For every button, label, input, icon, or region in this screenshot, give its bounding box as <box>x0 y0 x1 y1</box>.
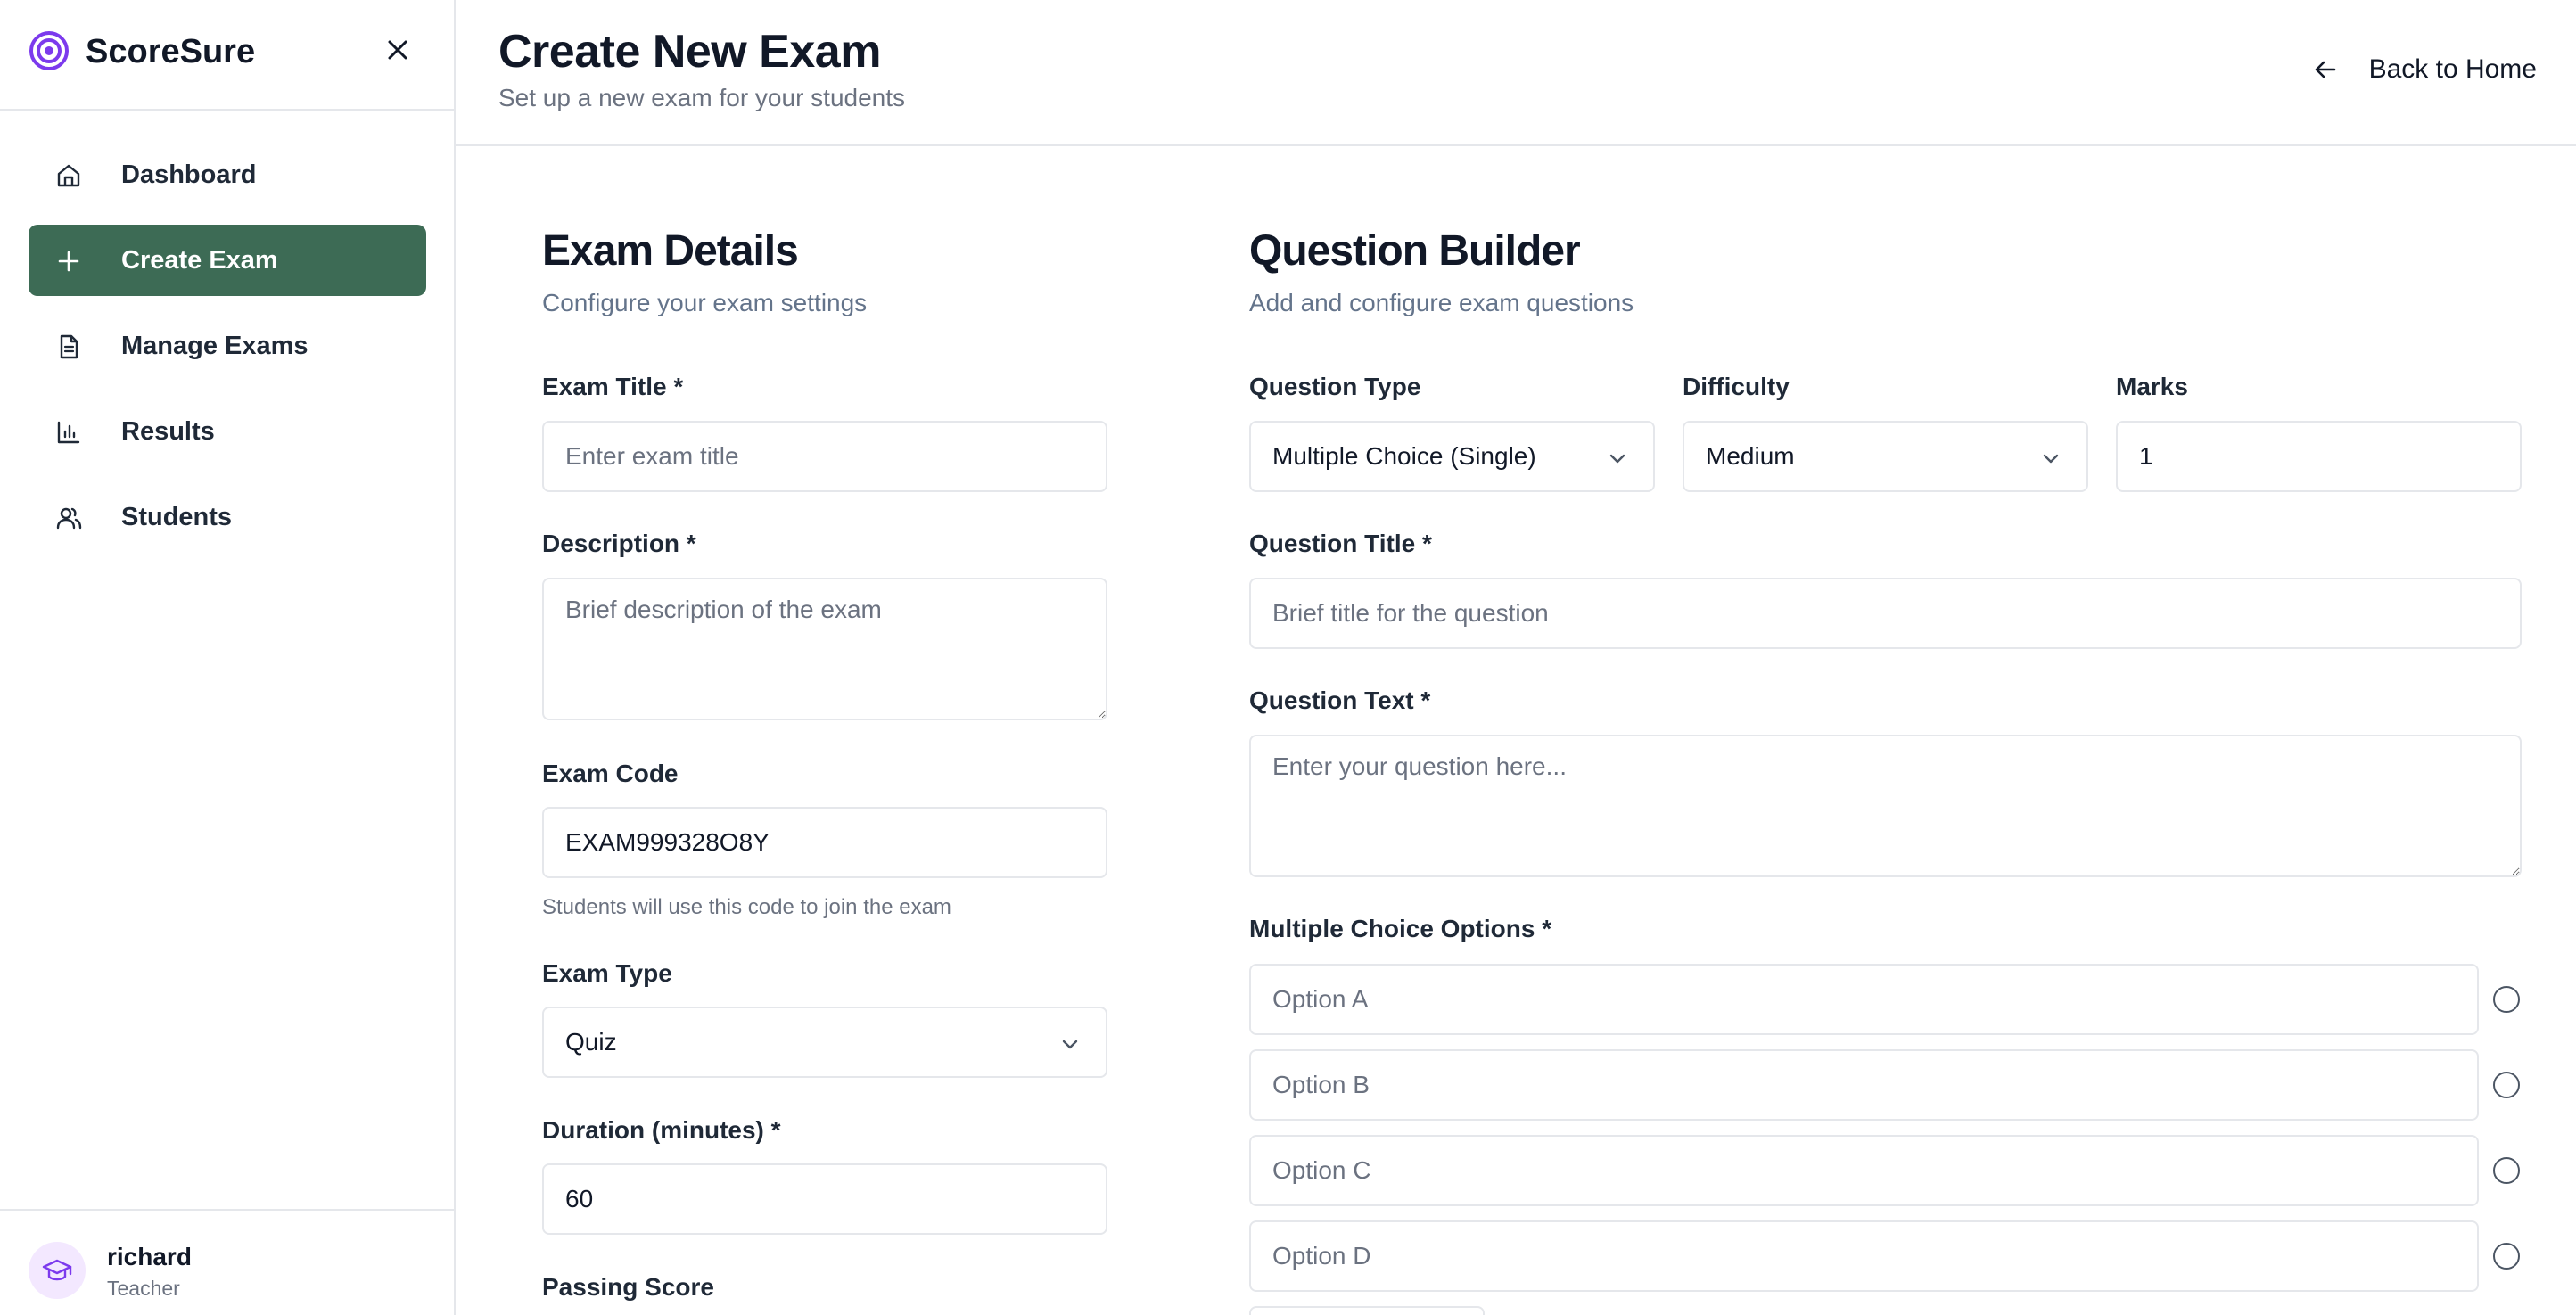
add-option-button[interactable] <box>1249 1306 1485 1315</box>
sidebar-item-dashboard[interactable]: Dashboard <box>29 139 426 210</box>
graduation-cap-icon <box>42 1259 72 1281</box>
arrow-left-icon <box>2315 61 2335 78</box>
duration-input[interactable] <box>542 1163 1107 1235</box>
exam-type-label: Exam Type <box>542 959 672 987</box>
sidebar: ScoreSure Dashboard Create Exam Manage E… <box>0 0 456 1315</box>
description-label: Description * <box>542 530 696 557</box>
duration-label: Duration (minutes) * <box>542 1116 781 1144</box>
sidebar-item-manage-exams[interactable]: Manage Exams <box>29 310 426 382</box>
option-d-correct-radio[interactable] <box>2493 1243 2520 1270</box>
brand-header: ScoreSure <box>0 0 454 111</box>
home-icon <box>57 164 80 187</box>
option-a-input[interactable] <box>1249 964 2479 1035</box>
back-to-home-button[interactable]: Back to Home <box>2312 45 2537 95</box>
back-to-home-label: Back to Home <box>2368 54 2537 84</box>
question-type-label: Question Type <box>1249 373 1421 400</box>
passing-score-label: Passing Score <box>542 1273 714 1301</box>
user-name: richard <box>107 1243 192 1270</box>
marks-input[interactable] <box>2116 421 2522 492</box>
sidebar-nav: Dashboard Create Exam Manage Exams Resul… <box>29 139 426 567</box>
question-builder-subtitle: Add and configure exam questions <box>1249 289 1634 316</box>
option-d-input[interactable] <box>1249 1220 2479 1292</box>
exam-title-input[interactable] <box>542 421 1107 492</box>
marks-label: Marks <box>2116 373 2188 400</box>
description-textarea[interactable] <box>542 578 1107 720</box>
exam-details-title: Exam Details <box>542 227 799 275</box>
exam-type-select[interactable]: Quiz <box>542 1007 1107 1078</box>
question-title-input[interactable] <box>1249 578 2522 649</box>
question-text-textarea[interactable] <box>1249 735 2522 877</box>
question-title-label: Question Title * <box>1249 530 1432 557</box>
users-icon <box>56 507 82 530</box>
sidebar-item-label: Create Exam <box>121 245 278 275</box>
question-type-value: Multiple Choice (Single) <box>1272 442 1536 470</box>
question-text-label: Question Text * <box>1249 686 1431 714</box>
difficulty-label: Difficulty <box>1683 373 1790 400</box>
bar-chart-icon <box>57 421 80 444</box>
chevron-down-icon <box>1062 1040 1078 1049</box>
user-role: Teacher <box>107 1277 180 1300</box>
option-c-correct-radio[interactable] <box>2493 1157 2520 1184</box>
close-icon <box>388 40 407 60</box>
user-profile[interactable]: richard Teacher <box>0 1209 454 1315</box>
option-a-correct-radio[interactable] <box>2493 986 2520 1013</box>
sidebar-item-label: Results <box>121 416 215 446</box>
page-header: Create New Exam Set up a new exam for yo… <box>456 0 2576 146</box>
sidebar-item-label: Dashboard <box>121 160 257 189</box>
sidebar-item-create-exam[interactable]: Create Exam <box>29 225 426 296</box>
options-label: Multiple Choice Options * <box>1249 915 1552 942</box>
chevron-down-icon <box>1609 454 1625 464</box>
page-title: Create New Exam <box>498 26 881 78</box>
difficulty-value: Medium <box>1706 442 1795 470</box>
option-b-input[interactable] <box>1249 1049 2479 1121</box>
exam-code-hint: Students will use this code to join the … <box>542 895 951 919</box>
question-builder-title: Question Builder <box>1249 227 1581 275</box>
difficulty-select[interactable]: Medium <box>1683 421 2088 492</box>
chevron-down-icon <box>2043 454 2059 464</box>
sidebar-item-label: Students <box>121 502 233 531</box>
sidebar-item-label: Manage Exams <box>121 331 309 360</box>
option-c-input[interactable] <box>1249 1135 2479 1206</box>
sidebar-item-students[interactable]: Students <box>29 481 426 553</box>
exam-details-subtitle: Configure your exam settings <box>542 289 868 316</box>
file-text-icon <box>60 334 78 359</box>
plus-icon <box>58 251 79 272</box>
target-logo-icon <box>29 31 69 70</box>
exam-code-label: Exam Code <box>542 760 679 787</box>
exam-code-input[interactable] <box>542 807 1107 878</box>
option-b-correct-radio[interactable] <box>2493 1072 2520 1098</box>
exam-title-label: Exam Title * <box>542 373 684 400</box>
page-subtitle: Set up a new exam for your students <box>498 84 906 111</box>
close-sidebar-button[interactable] <box>382 34 414 66</box>
exam-type-value: Quiz <box>565 1028 617 1056</box>
sidebar-item-results[interactable]: Results <box>29 396 426 467</box>
app-name: ScoreSure <box>86 33 256 70</box>
avatar <box>29 1242 86 1299</box>
question-type-select[interactable]: Multiple Choice (Single) <box>1249 421 1655 492</box>
